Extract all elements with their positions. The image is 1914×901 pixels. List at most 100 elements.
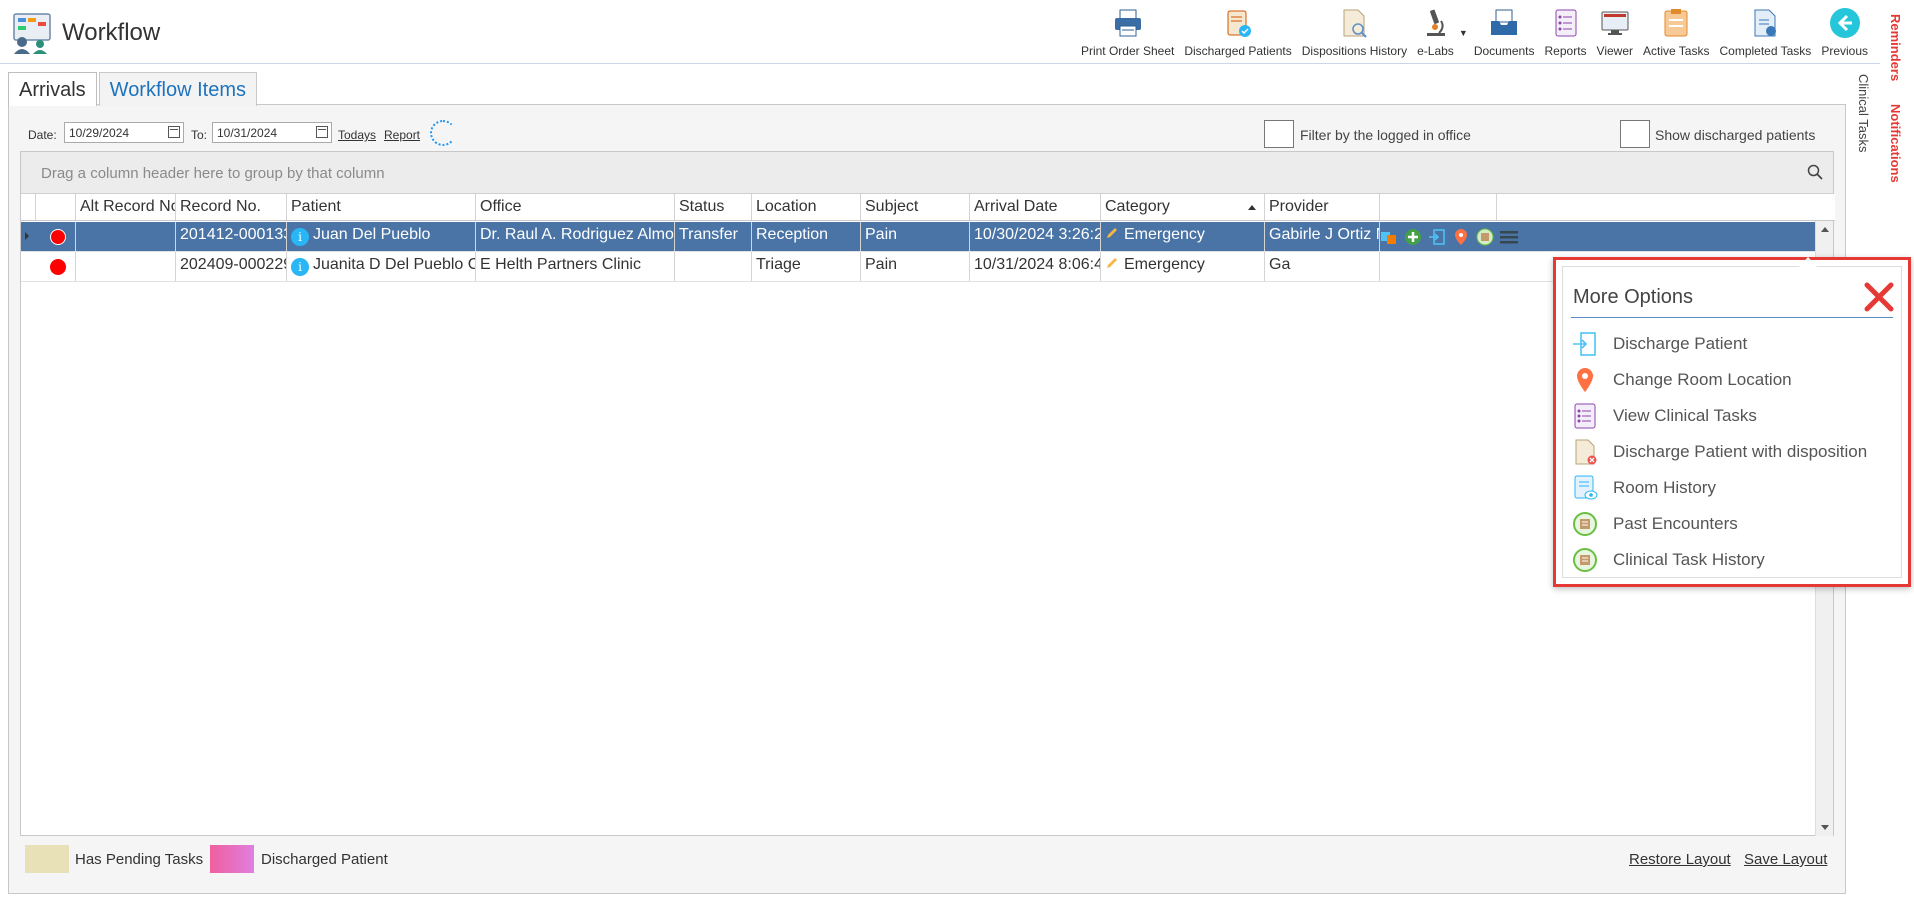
encounters-icon[interactable] [1475,227,1495,247]
previous-button[interactable]: Previous [1816,6,1880,60]
notifications-tab[interactable]: Notifications [1888,104,1903,183]
column-header-office[interactable]: Office [476,194,675,220]
past-encounters-icon [1571,510,1599,538]
provider-cell: Gabirle J Ortiz Nieve [1265,222,1380,251]
discharge-with-disposition-option[interactable]: Discharge Patient with disposition [1571,437,1891,467]
refresh-icon[interactable] [430,120,456,146]
patient-name: Juanita D Del Pueblo Caguas [313,256,475,273]
back-arrow-icon [1828,6,1862,40]
view-clinical-tasks-option[interactable]: View Clinical Tasks [1571,401,1891,431]
arrival-date-cell: 10/30/2024 3:26:20 P [970,222,1101,251]
group-by-panel[interactable]: Drag a column header here to group by th… [21,152,1833,194]
location-cell: Triage [752,252,861,281]
filter-office-checkbox[interactable] [1264,120,1294,148]
column-header-location[interactable]: Location [752,194,861,220]
column-header-category[interactable]: Category [1101,194,1265,220]
column-header-provider[interactable]: Provider [1265,194,1380,220]
completed-tasks-button[interactable]: Completed Tasks [1714,6,1816,60]
more-options-menu-icon[interactable] [1499,227,1519,247]
toolbar-label: e-Labs [1417,44,1454,58]
pencil-icon [1105,226,1119,240]
date-from-field[interactable]: 10/29/2024 [64,122,184,143]
tab-arrivals[interactable]: Arrivals [8,72,97,106]
toolbar-label: Discharged Patients [1184,44,1292,58]
category-cell: Emergency [1101,252,1265,281]
option-label: Room History [1613,478,1716,497]
toolbar-label: Print Order Sheet [1080,44,1175,58]
close-icon[interactable] [1863,281,1895,313]
show-discharged-label: Show discharged patients [1655,127,1816,143]
office-cell: E Helth Partners Clinic [476,252,675,281]
discharge-patient-option[interactable]: Discharge Patient [1571,329,1891,359]
clinical-tasks-tab[interactable]: Clinical Tasks [1856,74,1871,153]
report-list-icon [1549,6,1583,40]
info-icon[interactable]: i [291,258,309,276]
scroll-down-icon[interactable] [1821,825,1829,830]
pencil-icon [1105,256,1119,270]
toolbar-label: Previous [1821,44,1868,58]
e-labs-button[interactable]: e-Labs ▼ [1412,6,1468,60]
header-indicator-cell [21,194,36,220]
add-icon[interactable] [1403,227,1423,247]
location-pin-icon [1571,366,1599,394]
reminders-tab[interactable]: Reminders [1888,14,1903,81]
table-row[interactable]: 201412-0001334 iJuan Del Pueblo Dr. Raul… [21,222,1815,252]
past-encounters-option[interactable]: Past Encounters [1571,509,1891,539]
subject-cell: Pain [861,252,970,281]
column-header-status[interactable]: Status [675,194,752,220]
todays-link[interactable]: Todays [338,128,376,142]
monitor-icon [1598,6,1632,40]
toolbar-label: Completed Tasks [1719,44,1812,58]
date-to-field[interactable]: 10/31/2024 [212,122,332,143]
current-row-indicator-icon [25,232,29,240]
save-layout-link[interactable]: Save Layout [1744,851,1827,868]
office-cell: Dr. Raul A. Rodriguez Almodov... [476,222,675,251]
discharge-icon[interactable] [1427,227,1447,247]
calendar-icon[interactable] [316,126,328,138]
documents-button[interactable]: Documents [1469,6,1540,60]
clinical-task-history-option[interactable]: Clinical Task History [1571,545,1891,575]
alt-record-cell [76,252,176,281]
scroll-up-icon[interactable] [1821,227,1829,232]
column-header-arrival-date[interactable]: Arrival Date [970,194,1101,220]
print-order-sheet-button[interactable]: Print Order Sheet [1076,6,1179,60]
column-header-subject[interactable]: Subject [861,194,970,220]
tab-bar: Arrivals Workflow Items [8,72,259,106]
viewer-button[interactable]: Viewer [1592,6,1638,60]
discharge-disposition-icon [1571,438,1599,466]
dispositions-history-button[interactable]: Dispositions History [1297,6,1412,60]
show-discharged-checkbox[interactable] [1620,120,1650,148]
option-label: Past Encounters [1613,514,1738,533]
search-icon[interactable] [1807,164,1823,180]
calendar-icon[interactable] [168,126,180,138]
discharged-patients-button[interactable]: Discharged Patients [1179,6,1296,60]
status-dot-cell [36,252,76,281]
app-header: Workflow Print Order Sheet Discharged Pa… [0,0,1880,64]
sort-ascending-icon [1248,205,1256,210]
restore-layout-link[interactable]: Restore Layout [1629,851,1731,868]
tab-workflow-items[interactable]: Workflow Items [98,72,257,106]
transfer-icon[interactable] [1379,227,1399,247]
reports-button[interactable]: Reports [1540,6,1592,60]
chevron-down-icon[interactable]: ▼ [1459,28,1468,38]
header-status-dot-cell[interactable] [36,194,76,220]
column-header-patient[interactable]: Patient [287,194,476,220]
location-pin-icon[interactable] [1451,227,1471,247]
change-room-location-option[interactable]: Change Room Location [1571,365,1891,395]
column-header-record[interactable]: Record No. [176,194,287,220]
active-tasks-icon [1659,6,1693,40]
column-header-actions [1380,194,1497,220]
report-link[interactable]: Report [384,128,420,142]
info-icon[interactable]: i [291,228,309,246]
column-header-alt-record[interactable]: Alt Record No. [76,194,176,220]
table-row[interactable]: 202409-0002297 iJuanita D Del Pueblo Cag… [21,252,1815,282]
active-tasks-button[interactable]: Active Tasks [1638,6,1714,60]
status-cell: Transfer [675,222,752,251]
grid-header: Alt Record No. Record No. Patient Office… [21,194,1835,221]
arrival-date-cell: 10/31/2024 8:06:41 A [970,252,1101,281]
provider-cell: Ga [1265,252,1380,281]
workflow-logo-icon [12,12,52,54]
room-history-option[interactable]: Room History [1571,473,1891,503]
subject-cell: Pain [861,222,970,251]
toolbar-label: Reports [1544,44,1587,58]
